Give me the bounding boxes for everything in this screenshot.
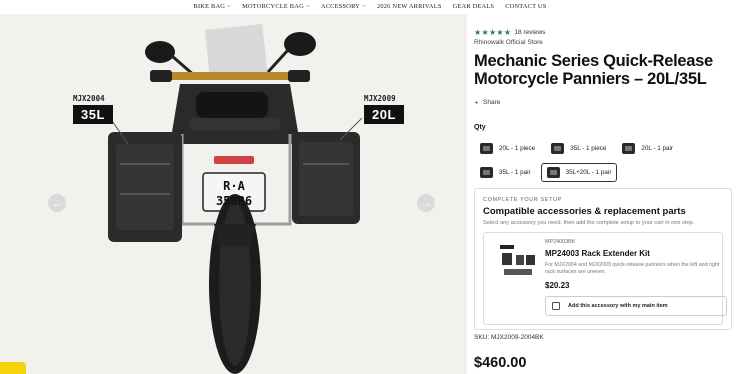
share-icon: ⋆ bbox=[474, 98, 480, 107]
accessory-description: For MJX2004 and MJX2009 quick-release pa… bbox=[545, 262, 720, 275]
qty-option-label: 20L - 1 pair bbox=[641, 145, 673, 152]
share-button[interactable]: ⋆ Share bbox=[474, 98, 736, 107]
arrow-right-icon: → bbox=[420, 196, 432, 210]
qty-option-label: 35L - 1 pair bbox=[499, 169, 531, 176]
qty-option-35l-pair[interactable]: 35L - 1 pair bbox=[474, 163, 537, 182]
accessories-description: Select any accessory you need, then add … bbox=[483, 220, 695, 226]
chevron-down-icon: ⌵ bbox=[227, 4, 232, 9]
bag-thumbnail-icon bbox=[622, 143, 636, 154]
right-bag-code: MJX2009 bbox=[364, 94, 396, 103]
share-label: Share bbox=[483, 99, 501, 106]
rack-extender-image bbox=[500, 245, 535, 275]
plate-line-1: R·A bbox=[223, 179, 245, 193]
motorcycle-image: R·A 358R6 bbox=[108, 24, 363, 374]
nav-label: ACCESSORY bbox=[320, 3, 360, 10]
left-size-tag: MJX2004 35L bbox=[73, 94, 113, 124]
bag-thumbnail-icon bbox=[480, 167, 493, 178]
left-bag-size: 35L bbox=[73, 105, 113, 124]
nav-label: CONTACT US bbox=[505, 3, 547, 10]
chevron-down-icon: ⌵ bbox=[305, 4, 310, 9]
plate-line-2: 358R6 bbox=[216, 194, 252, 208]
qty-option-label: 35L+20L - 1 pair bbox=[565, 169, 612, 176]
qty-label: Qty bbox=[474, 124, 486, 131]
qty-option-label: 35L - 1 piece bbox=[570, 145, 607, 152]
top-navigation: BIKE BAG ⌵ MOTORCYCLE BAG ⌵ ACCESSORY ⌵ 202… bbox=[0, 0, 740, 14]
product-info: ★★★★★ 18 reviews Rhinowalk Official Stor… bbox=[474, 28, 736, 182]
product-sku: SKU: MJX2009-2004BK bbox=[474, 334, 544, 341]
accessory-info: MP24003BK MP24003 Rack Extender Kit For … bbox=[545, 239, 725, 290]
qty-option-20l-pair[interactable]: 20L - 1 pair bbox=[616, 139, 679, 158]
nav-label: BIKE BAG bbox=[193, 3, 226, 10]
accessories-eyebrow: COMPLETE YOUR SETUP bbox=[483, 197, 562, 203]
qty-options: 20L - 1 piece 35L - 1 piece 20L - 1 pair… bbox=[474, 139, 736, 182]
nav-contact-us[interactable]: CONTACT US bbox=[505, 3, 546, 14]
star-rating-icon: ★★★★★ bbox=[474, 28, 512, 37]
bag-thumbnail-icon bbox=[546, 167, 560, 178]
nav-bike-bag[interactable]: BIKE BAG ⌵ bbox=[193, 3, 231, 14]
product-title: Mechanic Series Quick-Release Motorcycle… bbox=[474, 52, 713, 88]
bag-thumbnail-icon bbox=[551, 143, 565, 154]
nav-label: 2026 NEW ARRIVALS bbox=[377, 3, 442, 10]
review-count: 18 reviews bbox=[514, 29, 546, 36]
arrow-left-icon: ← bbox=[51, 196, 63, 210]
accessories-heading: Compatible accessories & replacement par… bbox=[483, 206, 686, 217]
qty-option-20l-piece[interactable]: 20L - 1 piece bbox=[474, 139, 541, 158]
seller-name: Rhinowalk Official Store bbox=[474, 39, 543, 46]
nav-gear-deals[interactable]: GEAR DEALS bbox=[453, 3, 495, 14]
right-size-tag: MJX2009 20L bbox=[364, 94, 404, 124]
nav-accessory[interactable]: ACCESSORY ⌵ bbox=[321, 3, 366, 14]
nav-label: GEAR DEALS bbox=[452, 3, 495, 10]
nav-new-arrivals[interactable]: 2026 NEW ARRIVALS bbox=[377, 3, 442, 14]
accessory-name: MP24003 Rack Extender Kit bbox=[545, 249, 650, 258]
floating-tab[interactable] bbox=[0, 362, 26, 374]
accessory-price: $20.23 bbox=[545, 281, 570, 290]
nav-label: MOTORCYCLE BAG bbox=[242, 3, 304, 10]
add-accessory-label: Add this accessory with my main item bbox=[568, 303, 668, 309]
product-price: $460.00 bbox=[474, 355, 527, 371]
accessory-card: MP24003BK MP24003 Rack Extender Kit For … bbox=[483, 232, 727, 325]
left-bag-code: MJX2004 bbox=[73, 94, 105, 103]
gallery-next-button[interactable]: → bbox=[417, 194, 435, 212]
checkbox-icon[interactable] bbox=[552, 302, 560, 310]
bag-thumbnail-icon bbox=[480, 143, 493, 154]
qty-option-35l-piece[interactable]: 35L - 1 piece bbox=[545, 139, 612, 158]
right-bag-size: 20L bbox=[364, 105, 404, 124]
qty-option-35l-20l-pair[interactable]: 35L+20L - 1 pair bbox=[540, 163, 618, 182]
add-accessory-checkbox[interactable]: Add this accessory with my main item bbox=[545, 296, 727, 316]
nav-motorcycle-bag[interactable]: MOTORCYCLE BAG ⌵ bbox=[242, 3, 310, 14]
chevron-down-icon: ⌵ bbox=[362, 4, 366, 9]
rating-row[interactable]: ★★★★★ 18 reviews bbox=[474, 28, 736, 37]
qty-option-label: 20L - 1 piece bbox=[499, 145, 536, 152]
product-gallery: R·A 358R6 MJX2004 35L MJX2009 20L ← → bbox=[0, 14, 467, 374]
accessory-sku: MP24003BK bbox=[545, 239, 576, 245]
accessories-panel: COMPLETE YOUR SETUP Compatible accessori… bbox=[474, 188, 732, 330]
gallery-prev-button[interactable]: ← bbox=[48, 194, 66, 212]
